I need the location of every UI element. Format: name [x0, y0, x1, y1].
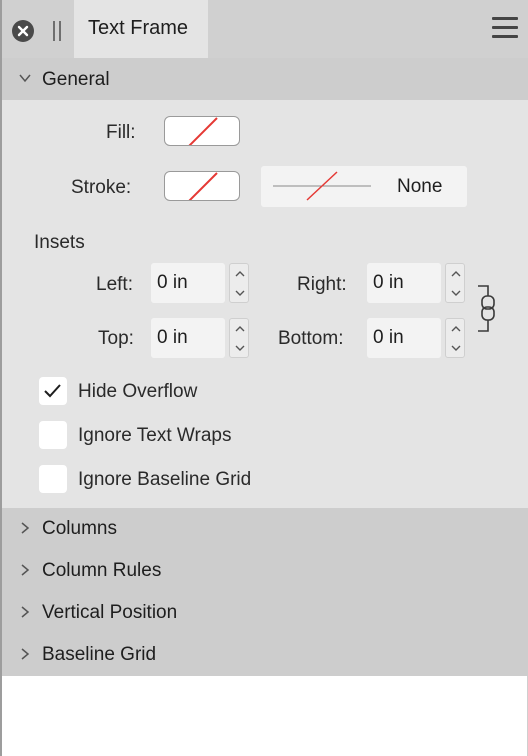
- stroke-style-value: None: [397, 176, 443, 197]
- chevron-right-icon: [21, 564, 30, 576]
- ignore-text-wraps-label: Ignore Text Wraps: [78, 425, 232, 446]
- section-header-column-rules[interactable]: Column Rules: [2, 550, 528, 592]
- stroke-swatch[interactable]: [164, 171, 240, 201]
- insets-label: Insets: [34, 232, 85, 253]
- section-title-column-rules: Column Rules: [42, 560, 162, 581]
- panel-header: Text Frame: [2, 0, 528, 58]
- fill-label: Fill:: [106, 122, 136, 143]
- section-title-baseline-grid: Baseline Grid: [42, 644, 157, 665]
- tab-label: Text Frame: [88, 17, 189, 39]
- hide-overflow-checkbox[interactable]: [39, 377, 67, 405]
- chevron-right-icon: [21, 522, 30, 534]
- general-section-body: Fill: Stroke: None Insets Left: 0 in Rig…: [2, 100, 528, 508]
- collapsed-sections: Columns Column Rules Vertical Position B…: [2, 508, 528, 676]
- stroke-style-preview-icon: [273, 171, 371, 201]
- chevron-down-icon[interactable]: [450, 289, 462, 297]
- right-inset-stepper[interactable]: [445, 263, 465, 303]
- section-title-vertical-position: Vertical Position: [42, 602, 178, 623]
- top-inset-stepper[interactable]: [229, 318, 249, 358]
- left-inset-stepper[interactable]: [229, 263, 249, 303]
- top-inset-field[interactable]: 0 in: [151, 318, 225, 358]
- ignore-baseline-grid-label: Ignore Baseline Grid: [78, 469, 252, 490]
- ignore-baseline-grid-checkbox[interactable]: [39, 465, 67, 493]
- link-chain-icon[interactable]: [474, 284, 496, 334]
- section-title-columns: Columns: [42, 518, 117, 539]
- hamburger-menu-icon[interactable]: [492, 17, 518, 39]
- right-inset-label: Right:: [297, 274, 347, 295]
- left-inset-value: 0 in: [157, 272, 188, 293]
- bottom-inset-stepper[interactable]: [445, 318, 465, 358]
- chevron-down-icon[interactable]: [234, 344, 246, 352]
- chevron-up-icon[interactable]: [450, 325, 462, 333]
- section-header-general[interactable]: General: [2, 58, 528, 100]
- top-inset-value: 0 in: [157, 327, 188, 348]
- tab-text-frame[interactable]: Text Frame: [74, 0, 208, 58]
- chevron-up-icon[interactable]: [234, 325, 246, 333]
- chevron-up-icon[interactable]: [450, 270, 462, 278]
- right-inset-field[interactable]: 0 in: [367, 263, 441, 303]
- chevron-right-icon: [21, 606, 30, 618]
- bottom-inset-field[interactable]: 0 in: [367, 318, 441, 358]
- text-frame-panel: Text Frame General Fill: Stroke: None In…: [0, 0, 528, 756]
- left-inset-label: Left:: [96, 274, 133, 295]
- right-inset-value: 0 in: [373, 272, 404, 293]
- left-inset-field[interactable]: 0 in: [151, 263, 225, 303]
- top-inset-label: Top:: [98, 328, 134, 349]
- checkmark-icon: [44, 384, 61, 398]
- section-title-general: General: [42, 69, 110, 90]
- bottom-inset-value: 0 in: [373, 327, 404, 348]
- no-color-icon: [188, 172, 218, 200]
- chevron-down-icon[interactable]: [234, 289, 246, 297]
- section-header-baseline-grid[interactable]: Baseline Grid: [2, 634, 528, 676]
- chevron-right-icon: [21, 648, 30, 660]
- stroke-style-dropdown[interactable]: None: [261, 166, 467, 207]
- drag-grip-icon[interactable]: [52, 21, 62, 41]
- hide-overflow-label: Hide Overflow: [78, 381, 198, 402]
- chevron-down-icon: [19, 74, 31, 83]
- section-header-vertical-position[interactable]: Vertical Position: [2, 592, 528, 634]
- no-color-icon: [188, 117, 218, 145]
- fill-swatch[interactable]: [164, 116, 240, 146]
- close-icon[interactable]: [12, 20, 34, 42]
- chevron-up-icon[interactable]: [234, 270, 246, 278]
- section-header-columns[interactable]: Columns: [2, 508, 528, 550]
- stroke-label: Stroke:: [71, 177, 132, 198]
- ignore-text-wraps-checkbox[interactable]: [39, 421, 67, 449]
- chevron-down-icon[interactable]: [450, 344, 462, 352]
- bottom-inset-label: Bottom:: [278, 328, 344, 349]
